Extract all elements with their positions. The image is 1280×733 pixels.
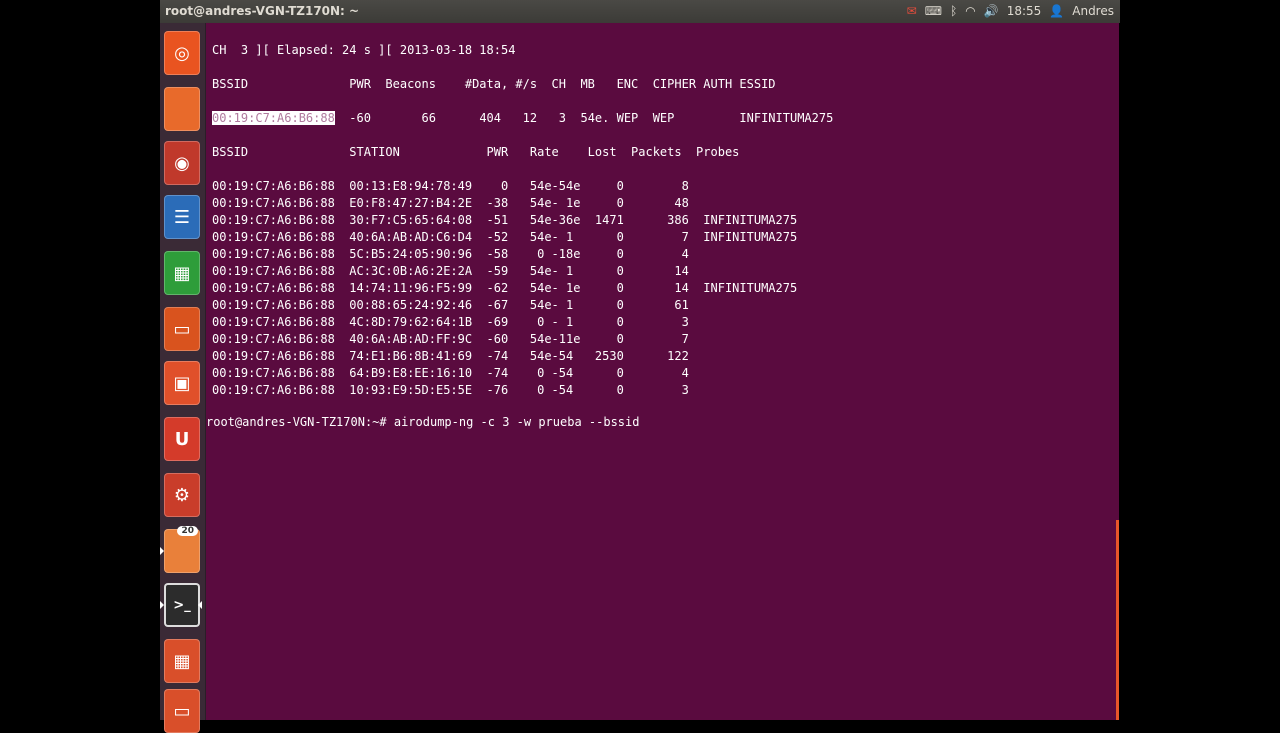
running-indicator: [160, 601, 164, 609]
launcher-libreoffice-calc-button[interactable]: ▦: [164, 251, 200, 295]
launcher-libreoffice-writer-button[interactable]: ☰: [164, 195, 200, 239]
launcher-ubuntu-software-center-button[interactable]: ▣: [164, 361, 200, 405]
ap-row-values: -60 66 404 12 3 54e. WEP WEP INFINITUMA2…: [334, 111, 834, 125]
launcher-libreoffice-impress-button[interactable]: ▭: [164, 307, 200, 351]
station-row: 00:19:C7:A6:B6:88 30:F7:C5:65:64:08 -51 …: [212, 213, 798, 227]
focused-indicator: [198, 601, 202, 609]
user-icon[interactable]: 👤: [1049, 3, 1064, 20]
status-line: CH 3 ][ Elapsed: 24 s ][ 2013-03-18 18:5…: [212, 43, 516, 57]
launcher-files-button[interactable]: [164, 87, 200, 131]
launcher-ubuntu-one-button[interactable]: U: [164, 417, 200, 461]
window-title: root@andres-VGN-TZ170N: ~: [165, 4, 360, 18]
update-count-badge: 20: [177, 526, 198, 536]
launcher-system-settings-button[interactable]: ⚙: [164, 473, 200, 517]
launcher-update-manager-button[interactable]: 20: [164, 526, 200, 573]
station-row: 00:19:C7:A6:B6:88 40:6A:AB:AD:C6:D4 -52 …: [212, 230, 798, 244]
station-row: 00:19:C7:A6:B6:88 E0:F8:47:27:B4:2E -38 …: [212, 196, 689, 210]
station-row: 00:19:C7:A6:B6:88 4C:8D:79:62:64:1B -69 …: [212, 315, 689, 329]
running-indicator: [160, 547, 164, 555]
left-letterbox: [0, 0, 160, 720]
selected-bssid[interactable]: 00:19:C7:A6:B6:88: [212, 111, 335, 125]
launcher-firefox-button[interactable]: ◉: [164, 141, 200, 185]
mail-icon[interactable]: ✉: [907, 3, 917, 20]
station-row: 00:19:C7:A6:B6:88 5C:B5:24:05:90:96 -58 …: [212, 247, 689, 261]
right-letterbox: [1120, 0, 1280, 720]
station-row: 00:19:C7:A6:B6:88 74:E1:B6:8B:41:69 -74 …: [212, 349, 689, 363]
launcher-terminal-button[interactable]: >_: [164, 583, 200, 627]
user-name[interactable]: Andres: [1072, 3, 1114, 20]
wifi-icon[interactable]: ◠: [965, 3, 975, 20]
top-panel: root@andres-VGN-TZ170N: ~ ✉ ⌨ ᛒ ◠ 🔊 18:5…: [160, 0, 1120, 23]
bluetooth-icon[interactable]: ᛒ: [950, 3, 957, 20]
launcher-dash-home-button[interactable]: ◎: [164, 31, 200, 75]
volume-icon[interactable]: 🔊: [984, 3, 999, 20]
ap-header: BSSID PWR Beacons #Data, #/s CH MB ENC C…: [212, 77, 776, 91]
station-row: 00:19:C7:A6:B6:88 14:74:11:96:F5:99 -62 …: [212, 281, 798, 295]
launcher-trash-button[interactable]: ▭: [164, 689, 200, 733]
launcher-workspace-switcher-button[interactable]: ▦: [164, 639, 200, 683]
station-row: 00:19:C7:A6:B6:88 00:13:E8:94:78:49 0 54…: [212, 179, 689, 193]
station-row: 00:19:C7:A6:B6:88 AC:3C:0B:A6:2E:2A -59 …: [212, 264, 689, 278]
station-row: 00:19:C7:A6:B6:88 64:B9:E8:EE:16:10 -74 …: [212, 366, 689, 380]
terminal-scrollbar[interactable]: [1116, 520, 1119, 720]
station-row: 00:19:C7:A6:B6:88 10:93:E9:5D:E5:5E -76 …: [212, 383, 689, 397]
ap-row: 00:19:C7:A6:B6:88 -60 66 404 12 3 54e. W…: [212, 111, 833, 125]
station-row: 00:19:C7:A6:B6:88 00:88:65:24:92:46 -67 …: [212, 298, 689, 312]
keyboard-icon[interactable]: ⌨: [925, 3, 942, 20]
terminal-window[interactable]: CH 3 ][ Elapsed: 24 s ][ 2013-03-18 18:5…: [206, 23, 1119, 720]
station-header: BSSID STATION PWR Rate Lost Packets Prob…: [212, 145, 740, 159]
indicator-area: ✉ ⌨ ᛒ ◠ 🔊 18:55 👤 Andres: [907, 3, 1114, 20]
clock[interactable]: 18:55: [1007, 3, 1042, 20]
station-row: 00:19:C7:A6:B6:88 40:6A:AB:AD:FF:9C -60 …: [212, 332, 689, 346]
launcher: ◎ ◉ ☰ ▦ ▭ ▣ U ⚙ 20 >_ ▦ ▭: [160, 23, 206, 733]
command-prompt[interactable]: root@andres-VGN-TZ170N:~# airodump-ng -c…: [206, 415, 639, 429]
